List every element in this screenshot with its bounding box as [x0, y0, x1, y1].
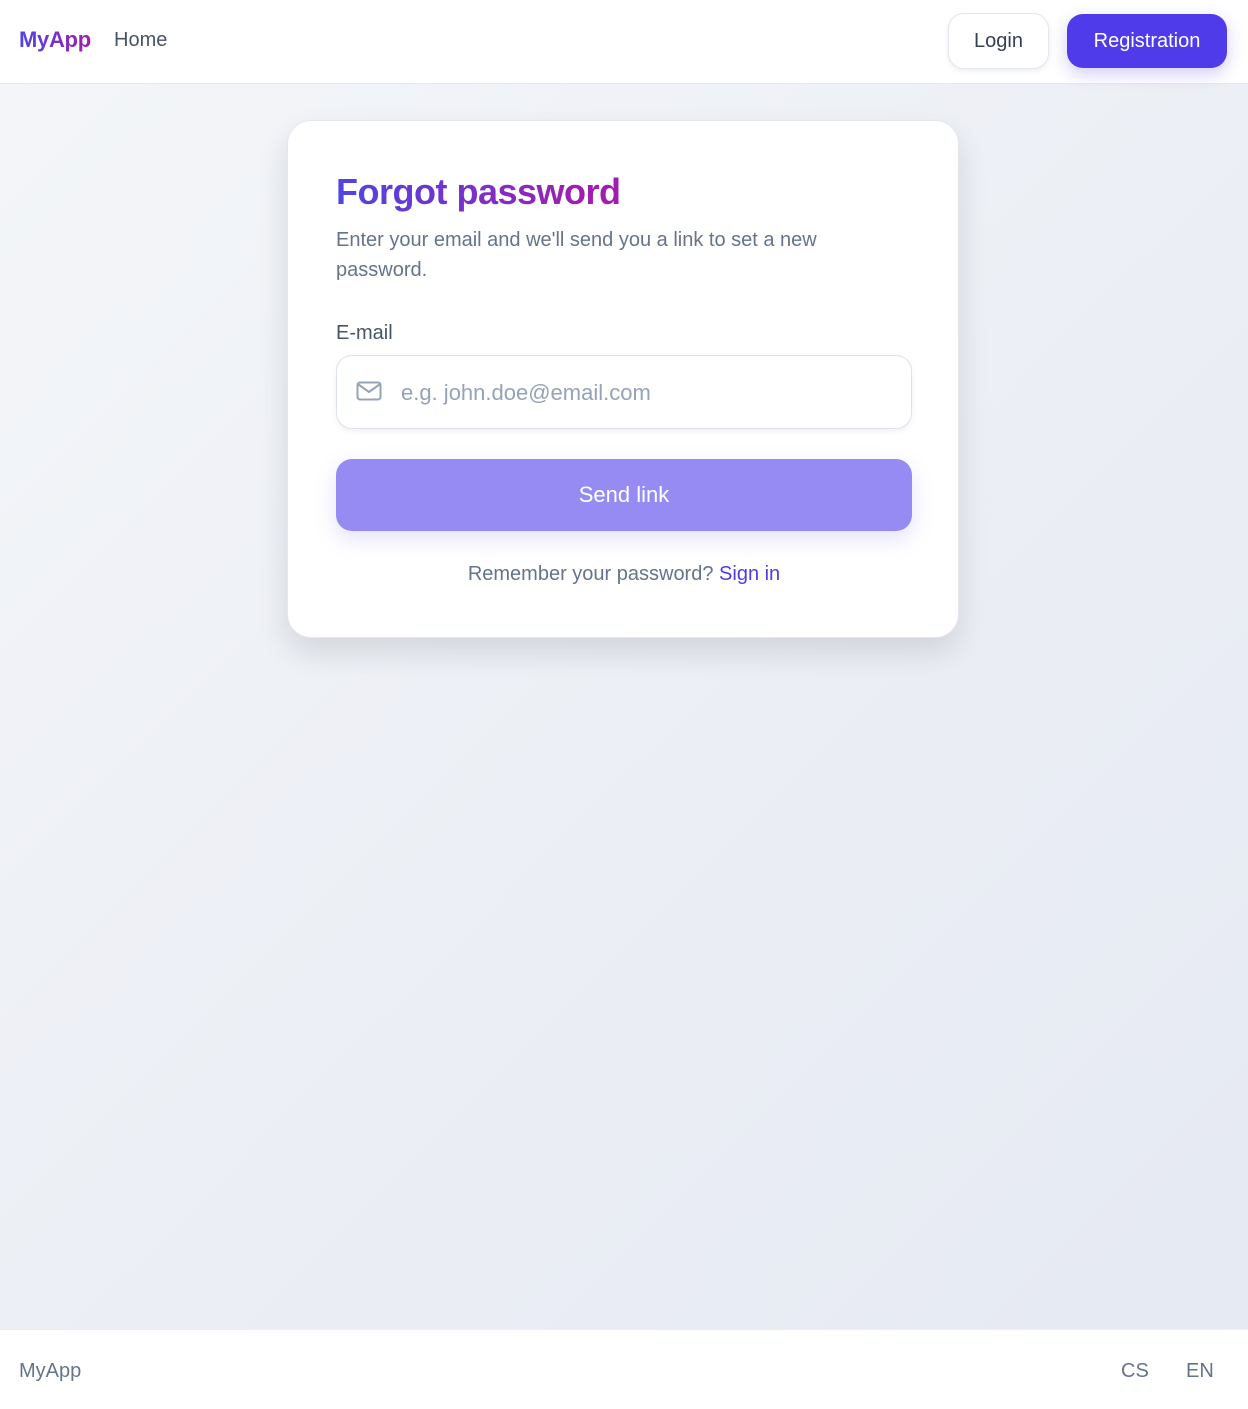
email-label: E-mail	[336, 322, 393, 344]
remember-question: Remember your password?	[467, 563, 714, 585]
login-button[interactable]: Login	[948, 13, 1049, 69]
page-footer: MyApp CS EN	[0, 1329, 1248, 1409]
registration-button[interactable]: Registration	[1067, 14, 1227, 68]
nav-link-home[interactable]: Home	[114, 29, 167, 52]
forgot-password-card: Forgot password Enter your email and we'…	[287, 120, 959, 638]
brand-logo[interactable]: MyApp	[19, 27, 91, 53]
footer-brand: MyApp	[19, 1360, 82, 1382]
mail-icon	[356, 381, 382, 401]
remember-password-text: Remember your password? Sign in	[288, 563, 960, 586]
top-navbar: MyApp Home Login Registration	[0, 0, 1248, 84]
page-title: Forgot password	[336, 171, 621, 212]
send-link-button[interactable]: Send link	[336, 459, 912, 531]
email-input[interactable]	[401, 368, 891, 418]
language-cs-link[interactable]: CS	[1121, 1360, 1149, 1383]
email-field[interactable]	[336, 355, 912, 429]
page-subtitle: Enter your email and we'll send you a li…	[336, 229, 817, 281]
language-en-link[interactable]: EN	[1186, 1360, 1214, 1383]
sign-in-link[interactable]: Sign in	[719, 563, 780, 585]
